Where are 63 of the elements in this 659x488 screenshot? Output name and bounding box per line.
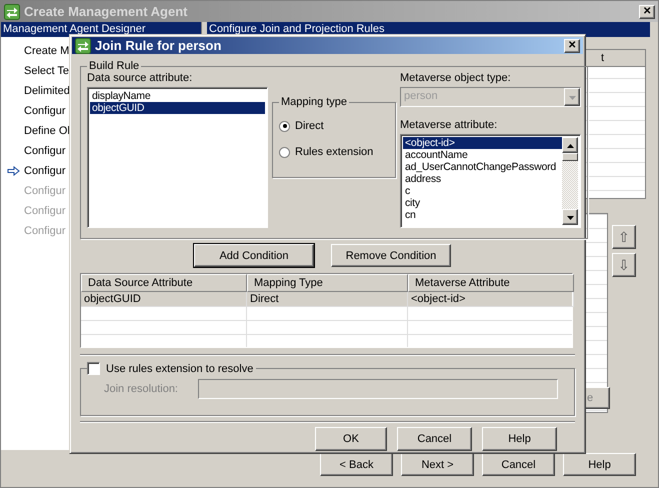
- up-triangle-icon: [566, 144, 574, 148]
- field-label: Metaverse attribute:: [400, 119, 498, 131]
- step-item[interactable]: Configur: [24, 165, 66, 177]
- dialog-button[interactable]: Cancel: [397, 427, 472, 451]
- join-resolution-field[interactable]: [198, 379, 558, 399]
- wizard-button[interactable]: Cancel: [482, 453, 555, 476]
- table-row[interactable]: objectGUID Direct <object-id>: [81, 292, 572, 306]
- down-triangle-icon: [566, 216, 574, 220]
- wizard-button[interactable]: Help: [563, 453, 636, 476]
- checkbox[interactable]: [87, 362, 100, 375]
- group-title: Build Rule: [88, 60, 140, 72]
- step-item[interactable]: Configur: [24, 145, 66, 157]
- metaverse-attribute-list[interactable]: <object-id> accountName ad_UserCannotChangePassword address c city cn: [400, 134, 581, 228]
- window-title: Create Management Agent: [24, 4, 188, 19]
- group-title: Mapping type: [280, 96, 348, 108]
- step-item[interactable]: Define Ol: [24, 125, 70, 137]
- list-item[interactable]: ad_UserCannotChangePassword: [403, 161, 562, 173]
- step-item[interactable]: Delimited: [24, 85, 70, 97]
- wizard-button[interactable]: Next >: [401, 453, 474, 476]
- list-item[interactable]: c: [403, 185, 562, 197]
- wizard-button[interactable]: < Back: [320, 453, 393, 476]
- condition-button[interactable]: Remove Condition: [331, 244, 451, 267]
- table-cell: <object-id>: [408, 292, 574, 307]
- radio-label: Rules extension: [295, 146, 374, 158]
- radio-button[interactable]: [279, 146, 290, 158]
- list-item[interactable]: accountName: [403, 149, 562, 161]
- step-item[interactable]: Configur: [24, 105, 66, 117]
- scroll-down-button[interactable]: [562, 209, 578, 225]
- condition-button[interactable]: Add Condition: [194, 244, 314, 267]
- table-cell: Direct: [247, 292, 408, 307]
- step-item[interactable]: Create M: [24, 45, 70, 57]
- scroll-up-button[interactable]: [562, 137, 578, 153]
- list-item[interactable]: city: [403, 197, 562, 209]
- close-button[interactable]: ✕: [564, 38, 580, 52]
- table-cell: objectGUID: [81, 292, 247, 307]
- list-item[interactable]: objectGUID: [90, 102, 265, 114]
- column-header: t: [585, 50, 645, 67]
- close-button[interactable]: ✕: [639, 4, 655, 18]
- dialog-button[interactable]: OK: [315, 427, 387, 451]
- list-item[interactable]: cn: [403, 209, 562, 221]
- field-label: Data source attribute:: [87, 72, 194, 84]
- dialog-icon: [75, 38, 91, 54]
- scrollbar[interactable]: [562, 137, 578, 225]
- dialog-title: Join Rule for person: [95, 38, 222, 53]
- dialog-button[interactable]: Help: [482, 427, 557, 451]
- move-button[interactable]: ⇩: [612, 253, 636, 277]
- data-source-list[interactable]: displayName objectGUID: [87, 87, 268, 228]
- app-icon: [4, 4, 20, 20]
- step-item[interactable]: Select Te: [24, 65, 70, 77]
- column-header[interactable]: Metaverse Attribute: [408, 274, 574, 292]
- field-label: Join resolution:: [104, 383, 178, 395]
- caret-icon: [568, 96, 576, 100]
- column-header[interactable]: Data Source Attribute: [81, 274, 247, 292]
- move-button[interactable]: ⇧: [612, 225, 636, 249]
- checkbox-label: Use rules extension to resolve: [106, 362, 254, 374]
- scrollbar-thumb[interactable]: [562, 153, 578, 161]
- list-item[interactable]: <object-id>: [403, 137, 562, 149]
- column-header[interactable]: Mapping Type: [247, 274, 408, 292]
- radio-label: Direct: [295, 120, 324, 132]
- list-item[interactable]: displayName: [90, 90, 265, 102]
- list-item[interactable]: address: [403, 173, 562, 185]
- field-label: Metaverse object type:: [400, 72, 512, 84]
- radio-button[interactable]: [279, 120, 290, 132]
